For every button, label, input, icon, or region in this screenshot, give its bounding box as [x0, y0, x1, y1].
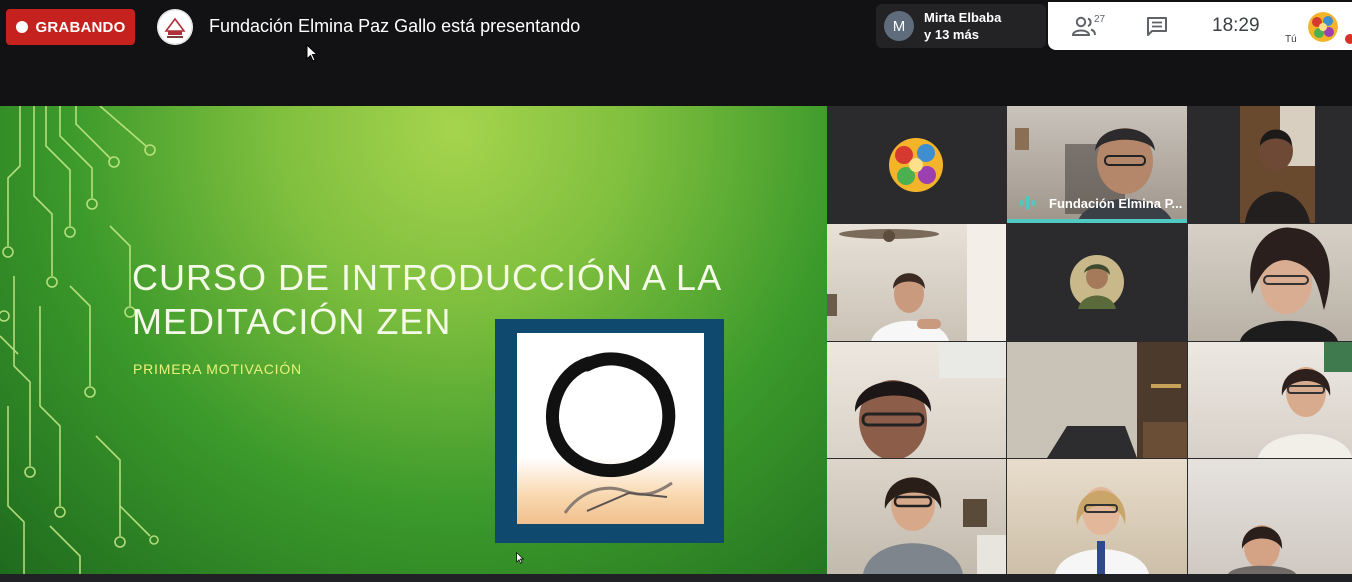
- record-dot-icon: [15, 21, 28, 33]
- people-count-badge: 27: [1094, 14, 1106, 25]
- slide-cursor-icon: [516, 552, 524, 564]
- participant-video: [1240, 227, 1338, 341]
- participant-tile[interactable]: [1188, 459, 1352, 574]
- enso-canvas: [517, 333, 704, 524]
- participant-video: [854, 342, 1006, 458]
- enso-circle-icon: [545, 352, 676, 514]
- participant-avatar: M: [884, 11, 914, 41]
- participant-video: [827, 224, 1006, 341]
- cursor-icon: [306, 44, 318, 62]
- participant-avatar: [1070, 255, 1124, 309]
- self-label: Tú: [1285, 34, 1297, 45]
- participant-tile[interactable]: [1007, 342, 1187, 458]
- participants-line1: Mirta Elbaba: [924, 10, 1002, 25]
- participant-tile[interactable]: [1188, 106, 1352, 223]
- chat-icon[interactable]: [1146, 16, 1168, 37]
- participant-video: [1228, 525, 1296, 574]
- notification-dot: [1345, 34, 1352, 44]
- participant-tile-speaker[interactable]: Fundación Elmina P...: [1007, 106, 1187, 223]
- meeting-clock: 18:29: [1212, 15, 1260, 36]
- participant-video: [1240, 106, 1315, 223]
- participants-summary: Mirta Elbaba y 13 más: [924, 9, 1001, 43]
- recording-badge[interactable]: GRABANDO: [6, 9, 135, 45]
- speaking-indicator: [1007, 219, 1187, 223]
- slide-title-line1: CURSO DE INTRODUCCIÓN A LA: [132, 257, 723, 298]
- participant-tile[interactable]: [827, 224, 1006, 341]
- participant-video: [1055, 487, 1149, 574]
- participant-avatar: [889, 138, 943, 192]
- participant-video: [1007, 342, 1187, 458]
- participant-tile[interactable]: [827, 106, 1006, 223]
- participant-grid: Fundación Elmina P...: [827, 106, 1352, 574]
- bottom-edge: [0, 574, 1352, 582]
- recording-label: GRABANDO: [35, 18, 126, 36]
- participant-tile[interactable]: [827, 342, 1006, 458]
- slide-subtitle: PRIMERA MOTIVACIÓN: [133, 361, 302, 377]
- participant-video: [863, 477, 1006, 574]
- participants-chip[interactable]: M Mirta Elbaba y 13 más: [876, 4, 1046, 48]
- audio-wave-icon: [1020, 196, 1035, 210]
- participants-line2: y 13 más: [924, 27, 979, 42]
- participant-tile[interactable]: [827, 459, 1006, 574]
- presentation-slide: CURSO DE INTRODUCCIÓN A LA MEDITACIÓN ZE…: [0, 106, 827, 574]
- participant-tile[interactable]: [1007, 459, 1187, 574]
- meeting-top-bar: GRABANDO Fundación Elmina Paz Gallo está…: [0, 0, 1352, 106]
- presenting-text: Fundación Elmina Paz Gallo está presenta…: [209, 16, 581, 36]
- speaker-name: Fundación Elmina P...: [1049, 196, 1183, 211]
- participant-video: [1258, 342, 1352, 458]
- participant-tile[interactable]: [1188, 224, 1352, 341]
- participant-tile[interactable]: [1007, 224, 1187, 341]
- presenter-avatar: [157, 9, 193, 45]
- participant-tile[interactable]: [1188, 342, 1352, 458]
- self-avatar[interactable]: [1308, 12, 1338, 42]
- enso-image: [495, 319, 724, 543]
